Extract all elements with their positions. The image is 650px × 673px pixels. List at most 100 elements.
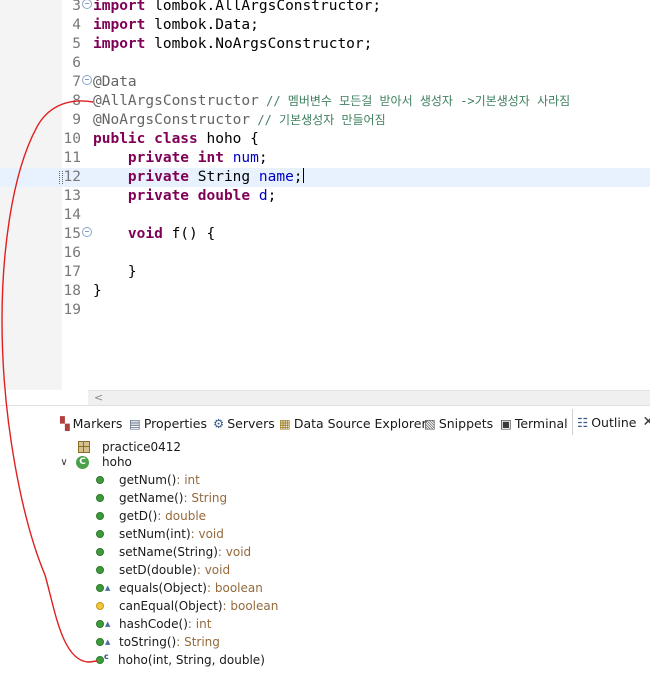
outline-member[interactable]: ▲ equals(Object) : boolean xyxy=(96,579,263,597)
code-text: private String name; xyxy=(93,168,304,187)
code-token: // 기본생성자 만들어짐 xyxy=(250,113,386,127)
class-name: hoho xyxy=(102,455,132,469)
tab-markers[interactable]: ▚ Markers xyxy=(60,413,122,433)
code-line[interactable]: 18} xyxy=(0,282,650,301)
code-line[interactable]: 9 @NoArgsConstructor // 기본생성자 만들어짐 xyxy=(0,111,650,130)
line-number: 18 xyxy=(63,283,81,299)
member-name: equals(Object) xyxy=(119,581,207,595)
member-name: getNum() xyxy=(119,473,177,487)
public-method-icon xyxy=(96,476,104,484)
outline-class-row[interactable]: ∨ C hoho xyxy=(58,453,132,471)
code-token: void xyxy=(127,226,163,242)
tab-label: Snippets xyxy=(438,415,494,431)
scroll-left-arrow-icon[interactable]: < xyxy=(94,391,103,404)
code-token: String xyxy=(189,169,259,185)
outline-member[interactable]: ▲ toString() : String xyxy=(96,633,220,651)
code-token: @Data xyxy=(93,74,137,90)
line-number: 3 xyxy=(72,0,81,14)
code-line[interactable]: 19 xyxy=(0,301,650,320)
member-name: hashCode() xyxy=(119,617,188,631)
outline-member[interactable]: c hoho(int, String, double) xyxy=(96,651,265,669)
class-icon: C xyxy=(76,455,89,469)
code-line[interactable]: 8 @AllArgsConstructor // 멤버변수 모든걸 받아서 생성자… xyxy=(0,92,650,111)
code-token: import xyxy=(93,36,146,52)
fold-toggle-icon[interactable]: − xyxy=(82,75,92,85)
outline-icon: ☷ xyxy=(577,414,589,430)
outline-member[interactable]: ▲ hashCode() : int xyxy=(96,615,211,633)
public-method-icon xyxy=(96,566,104,574)
code-token: f() { xyxy=(162,226,216,242)
code-text: public class hoho { xyxy=(93,130,259,149)
tab-label: Markers xyxy=(72,415,123,431)
outline-member[interactable]: setNum(int) : void xyxy=(96,525,224,543)
code-line[interactable]: 15− void f() { xyxy=(0,225,650,244)
code-text: @NoArgsConstructor // 기본생성자 만들어짐 xyxy=(93,111,386,130)
tab-servers[interactable]: ⚙ Servers xyxy=(213,413,275,433)
member-type: : boolean xyxy=(207,581,263,595)
tab-data-source-explorer[interactable]: ▦ Data Source Explorer xyxy=(279,413,427,433)
outline-member[interactable]: setName(String) : void xyxy=(96,543,251,561)
line-number: 15 xyxy=(63,226,81,242)
code-line[interactable]: 16 xyxy=(0,244,650,263)
member-type: : void xyxy=(190,527,224,541)
outline-member[interactable]: setD(double) : void xyxy=(96,561,230,579)
line-number: 10 xyxy=(63,131,81,147)
override-indicator-icon: ▲ xyxy=(105,620,111,628)
code-token: public class xyxy=(93,131,198,147)
code-line[interactable]: 10 public class hoho { xyxy=(0,130,650,149)
tab-outline[interactable]: ☷ Outline ✕ xyxy=(572,409,650,435)
outline-member[interactable]: getName() : String xyxy=(96,489,227,507)
public-method-icon xyxy=(96,656,104,664)
tab-terminal[interactable]: ▣ Terminal xyxy=(500,413,568,433)
code-editor[interactable]: 3− import lombok.AllArgsConstructor; 4 impo… xyxy=(0,0,650,390)
code-line[interactable]: 12 private String name; xyxy=(0,168,650,187)
code-token: private xyxy=(127,169,190,185)
outline-member[interactable]: getNum() : int xyxy=(96,471,200,489)
code-text: void f() { xyxy=(93,225,215,244)
member-name: setNum(int) xyxy=(119,527,191,541)
code-line[interactable]: 11 private int num; xyxy=(0,149,650,168)
code-line[interactable]: 7− @Data xyxy=(0,73,650,92)
code-line[interactable]: 4 import lombok.Data; xyxy=(0,16,650,35)
constructor-indicator-icon: c xyxy=(104,651,109,661)
code-text: } xyxy=(93,263,137,282)
member-type: : void xyxy=(196,563,231,577)
public-method-icon xyxy=(96,620,104,628)
code-text: @AllArgsConstructor // 멤버변수 모든걸 받아서 생성자 … xyxy=(93,92,570,111)
code-text: import lombok.Data; xyxy=(93,16,259,35)
code-token: ; xyxy=(293,169,303,185)
line-number: 13 xyxy=(63,188,81,204)
line-number: 19 xyxy=(63,302,81,318)
public-method-icon xyxy=(96,494,104,502)
close-icon[interactable]: ✕ xyxy=(642,414,650,430)
servers-icon: ⚙ xyxy=(213,415,225,431)
code-token: ; xyxy=(267,188,277,204)
code-line[interactable]: 3− import lombok.AllArgsConstructor; xyxy=(0,0,650,16)
tab-label: Servers xyxy=(227,415,275,431)
horizontal-scrollbar[interactable]: < xyxy=(88,390,650,405)
line-number: 8 xyxy=(72,93,81,109)
package-name: practice0412 xyxy=(102,440,182,454)
public-method-icon xyxy=(96,512,104,520)
code-line[interactable]: 5 import lombok.NoArgsConstructor; xyxy=(0,35,650,54)
fold-toggle-icon[interactable]: − xyxy=(82,227,92,237)
code-token: @NoArgsConstructor xyxy=(93,112,251,128)
outline-member[interactable]: canEqual(Object) : boolean xyxy=(96,597,278,615)
tab-properties[interactable]: ▤ Properties xyxy=(129,413,207,433)
code-line[interactable]: 13 private double d; xyxy=(0,187,650,206)
code-line[interactable]: 17 } xyxy=(0,263,650,282)
outline-member[interactable]: getD() : double xyxy=(96,507,206,525)
chevron-down-icon[interactable]: ∨ xyxy=(58,457,70,468)
tab-snippets[interactable]: ▧ Snippets xyxy=(424,413,493,433)
line-number: 12 xyxy=(63,169,81,185)
code-text: import lombok.AllArgsConstructor; xyxy=(93,0,381,16)
code-line[interactable]: 14 xyxy=(0,206,650,225)
member-name: getD() xyxy=(119,509,158,523)
fold-toggle-icon[interactable]: − xyxy=(82,0,92,9)
code-line[interactable]: 6 xyxy=(0,54,650,73)
code-text: private int num; xyxy=(93,149,268,168)
